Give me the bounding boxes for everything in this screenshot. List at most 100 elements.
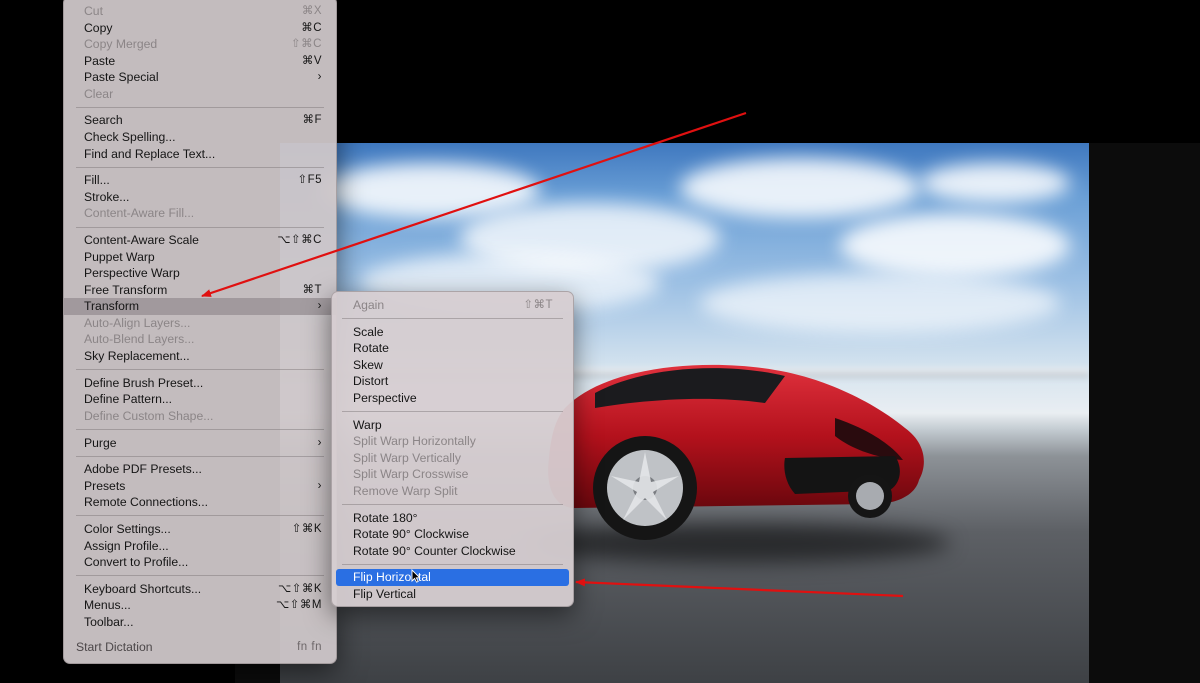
arrow-cursor-icon bbox=[411, 569, 421, 583]
menu-item-label: Skew bbox=[353, 357, 383, 372]
menu-item-label: Copy Merged bbox=[84, 37, 158, 52]
menu-item-label: Toolbar... bbox=[84, 615, 134, 629]
menu-item-label: Warp bbox=[353, 417, 382, 432]
menu-item-label: Rotate 180° bbox=[353, 510, 418, 525]
menu-item-copy-merged: Copy Merged ⇧⌘C bbox=[64, 36, 336, 53]
menu-item-label: Define Pattern... bbox=[84, 392, 173, 407]
menu-item-rotate[interactable]: Rotate bbox=[332, 340, 573, 357]
menu-item-label: Perspective Warp bbox=[84, 266, 180, 281]
menu-item-define-pattern[interactable]: Define Pattern... bbox=[64, 391, 336, 408]
menu-item-label: Find and Replace Text... bbox=[84, 146, 216, 161]
edit-menu: Cut ⌘X Copy ⌘C Copy Merged ⇧⌘C Paste ⌘V Paste Sp… bbox=[63, 0, 337, 664]
menu-item-free-transform[interactable]: Free Transform ⌘T bbox=[64, 282, 336, 299]
menu-separator bbox=[76, 226, 324, 228]
menu-item-warp[interactable]: Warp bbox=[332, 417, 573, 434]
menu-item-label: Perspective bbox=[353, 390, 417, 405]
menu-item-label: Clear bbox=[84, 86, 114, 101]
chevron-right-icon: › bbox=[317, 436, 322, 449]
menu-item-perspective-warp[interactable]: Perspective Warp bbox=[64, 265, 336, 282]
menu-item-remote-connections[interactable]: Remote Connections... bbox=[64, 494, 336, 511]
menu-item-fill[interactable]: Fill... ⇧F5 bbox=[64, 172, 336, 189]
menu-item-shortcut: ⇧F5 bbox=[297, 174, 322, 187]
menu-item-label: Rotate 90° Clockwise bbox=[353, 527, 469, 542]
menu-item-auto-blend-layers: Auto-Blend Layers... bbox=[64, 331, 336, 348]
menu-item-scale[interactable]: Scale bbox=[332, 324, 573, 341]
menu-item-find-and-replace-text[interactable]: Find and Replace Text... bbox=[64, 146, 336, 163]
menu-separator bbox=[342, 411, 563, 413]
menu-item-label: Remote Connections... bbox=[84, 495, 208, 510]
menu-item-define-brush-preset[interactable]: Define Brush Preset... bbox=[64, 375, 336, 392]
menu-item-label: Purge bbox=[84, 435, 117, 450]
menu-separator bbox=[76, 369, 324, 371]
menu-item-rotate-90-clockwise[interactable]: Rotate 90° Clockwise bbox=[332, 526, 573, 543]
menu-item-label: Presets bbox=[84, 478, 126, 493]
menu-item-paste[interactable]: Paste ⌘V bbox=[64, 53, 336, 70]
menu-item-label: Define Custom Shape... bbox=[84, 408, 214, 423]
menu-item-label: Check Spelling... bbox=[84, 130, 176, 145]
menu-item-auto-align-layers: Auto-Align Layers... bbox=[64, 315, 336, 332]
menu-item-rotate-90-counter-clockwise[interactable]: Rotate 90° Counter Clockwise bbox=[332, 543, 573, 560]
menu-item-keyboard-shortcuts[interactable]: Keyboard Shortcuts... ⌥⇧⌘K bbox=[64, 581, 336, 598]
menu-item-label: Distort bbox=[353, 374, 389, 389]
menu-item-shortcut: ⌥⇧⌘K bbox=[277, 582, 322, 595]
menu-item-shortcut: ⇧⌘T bbox=[523, 299, 553, 311]
menu-item-content-aware-scale[interactable]: Content-Aware Scale ⌥⇧⌘C bbox=[64, 232, 336, 249]
menu-item-paste-special[interactable]: Paste Special › bbox=[64, 69, 336, 86]
menu-item-color-settings[interactable]: Color Settings... ⇧⌘K bbox=[64, 521, 336, 538]
menu-item-label: Split Warp Vertically bbox=[353, 450, 461, 465]
menu-item-label: Paste Special bbox=[84, 70, 159, 85]
menu-item-flip-vertical[interactable]: Flip Vertical bbox=[332, 586, 573, 603]
menu-item-shortcut: ⌘X bbox=[301, 5, 322, 17]
menu-item-distort[interactable]: Distort bbox=[332, 373, 573, 390]
menu-item-puppet-warp[interactable]: Puppet Warp bbox=[64, 249, 336, 266]
chevron-right-icon: › bbox=[317, 479, 322, 492]
menu-item-perspective[interactable]: Perspective bbox=[332, 390, 573, 407]
menu-item-presets[interactable]: Presets › bbox=[64, 478, 336, 495]
menu-item-shortcut: ⌘T bbox=[302, 283, 322, 296]
menu-item-transform[interactable]: Transform › bbox=[64, 298, 336, 315]
menu-item-skew[interactable]: Skew bbox=[332, 357, 573, 374]
menu-item-label: Puppet Warp bbox=[84, 249, 155, 264]
menu-separator bbox=[76, 106, 324, 108]
menu-item-shortcut: ⇧⌘C bbox=[291, 38, 322, 51]
menu-item-label: Color Settings... bbox=[84, 522, 171, 537]
menu-separator bbox=[76, 428, 324, 430]
menu-item-purge[interactable]: Purge › bbox=[64, 435, 336, 452]
menu-item-shortcut: ⌥⇧⌘M bbox=[276, 599, 322, 612]
chevron-right-icon: › bbox=[317, 71, 322, 84]
menu-item-label: Content-Aware Fill... bbox=[84, 206, 195, 221]
menu-item-label: Paste bbox=[84, 53, 116, 68]
menu-item-split-warp-crosswise: Split Warp Crosswise bbox=[332, 466, 573, 483]
menu-item-menus[interactable]: Menus... ⌥⇧⌘M bbox=[64, 597, 336, 614]
menu-item-cut: Cut ⌘X bbox=[64, 3, 336, 20]
menu-item-stroke[interactable]: Stroke... bbox=[64, 189, 336, 206]
menu-item-adobe-pdf-presets[interactable]: Adobe PDF Presets... bbox=[64, 461, 336, 478]
menu-item-label: Flip Vertical bbox=[353, 586, 416, 601]
menu-separator bbox=[342, 563, 563, 565]
menu-item-convert-to-profile[interactable]: Convert to Profile... bbox=[64, 554, 336, 571]
menu-item-label: Menus... bbox=[84, 598, 131, 613]
menu-item-sky-replacement[interactable]: Sky Replacement... bbox=[64, 348, 336, 365]
menu-item-label: Free Transform bbox=[84, 282, 168, 297]
menu-separator bbox=[76, 515, 324, 517]
menu-item-label: Convert to Profile... bbox=[84, 555, 189, 570]
menu-item-label: Remove Warp Split bbox=[353, 483, 458, 498]
menu-item-copy[interactable]: Copy ⌘C bbox=[64, 20, 336, 37]
menu-item-clear: Clear bbox=[64, 86, 336, 103]
menu-item-shortcut: fn fn bbox=[297, 640, 322, 653]
transform-submenu: Again ⇧⌘T Scale Rotate Skew Distort Perspectiv… bbox=[331, 291, 574, 607]
menu-item-toolbar[interactable]: Toolbar... bbox=[64, 614, 336, 631]
menu-item-label: Rotate 90° Counter Clockwise bbox=[353, 543, 516, 558]
menu-item-start-dictation[interactable]: Start Dictation fn fn bbox=[64, 639, 336, 656]
menu-item-label: Keyboard Shortcuts... bbox=[84, 581, 202, 596]
menu-item-label: Scale bbox=[353, 324, 384, 339]
menu-item-flip-horizontal[interactable]: Flip Horizontal bbox=[336, 569, 569, 586]
menu-item-check-spelling[interactable]: Check Spelling... bbox=[64, 129, 336, 146]
menu-item-label: Sky Replacement... bbox=[84, 348, 190, 363]
menu-item-label: Search bbox=[84, 113, 123, 128]
menu-item-assign-profile[interactable]: Assign Profile... bbox=[64, 538, 336, 555]
menu-item-rotate-180[interactable]: Rotate 180° bbox=[332, 510, 573, 527]
menu-separator bbox=[76, 455, 324, 457]
menu-item-search[interactable]: Search ⌘F bbox=[64, 112, 336, 129]
menu-item-shortcut: ⌘V bbox=[301, 54, 322, 67]
